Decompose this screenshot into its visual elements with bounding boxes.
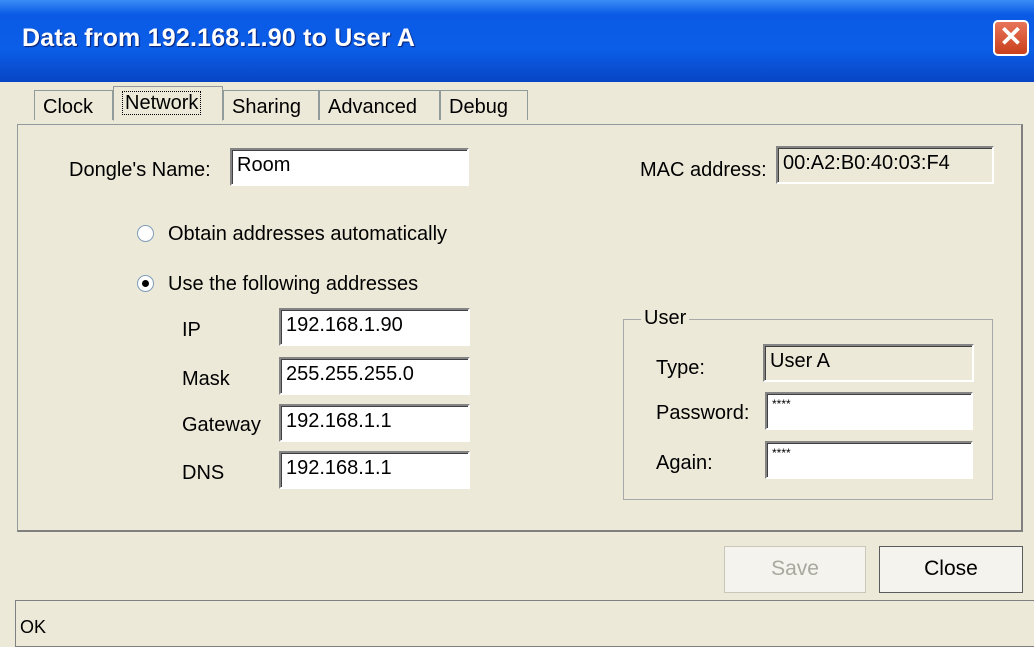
tab-label: Advanced [328,96,417,118]
tab-label: Debug [449,96,508,118]
gateway-input[interactable]: 192.168.1.1 [279,404,470,442]
radio-use-following[interactable] [137,275,154,292]
tab-label: Clock [43,96,94,118]
radio-obtain-automatically[interactable] [137,225,154,242]
password-label: Password: [656,402,750,424]
password-input[interactable]: **** [765,392,973,430]
dongle-name-input[interactable]: Room [230,148,469,186]
password-again-input[interactable]: **** [765,441,973,479]
mask-label: Mask [182,368,230,390]
user-group-label: User [641,307,690,330]
dialog-body: Clock Network Sharing Advanced Debug Don… [0,82,1034,647]
window-close-button[interactable]: ✕ [993,20,1029,56]
title-bar[interactable]: Data from 192.168.1.90 to User A ✕ [0,0,1034,82]
close-icon: ✕ [999,21,1023,52]
type-field: User A [763,344,974,382]
radio-manual-label[interactable]: Use the following addresses [168,273,418,296]
mask-input[interactable]: 255.255.255.0 [279,357,470,395]
gateway-label: Gateway [182,414,261,436]
mac-address-label: MAC address: [640,159,767,181]
window-title: Data from 192.168.1.90 to User A [22,24,416,52]
dns-label: DNS [182,462,225,484]
ip-label: IP [182,319,201,341]
again-label: Again: [656,452,713,474]
type-label: Type: [656,357,705,379]
radio-auto-label[interactable]: Obtain addresses automatically [168,223,447,246]
ip-input[interactable]: 192.168.1.90 [279,308,470,346]
status-bar: OK [15,600,1034,647]
tab-label: Network [122,91,202,115]
tab-network[interactable]: Network [113,86,223,121]
tab-sharing[interactable]: Sharing [223,90,319,120]
tab-debug[interactable]: Debug [440,90,528,120]
mac-address-field: 00:A2:B0:40:03:F4 [776,146,994,184]
dns-input[interactable]: 192.168.1.1 [279,451,470,489]
radio-selected-dot [142,280,149,287]
tab-advanced[interactable]: Advanced [319,90,440,120]
dongle-name-label: Dongle's Name: [69,159,211,181]
close-button[interactable]: Close [879,546,1023,593]
tab-clock[interactable]: Clock [34,90,113,120]
tab-label: Sharing [232,96,301,118]
save-button[interactable]: Save [724,546,866,593]
